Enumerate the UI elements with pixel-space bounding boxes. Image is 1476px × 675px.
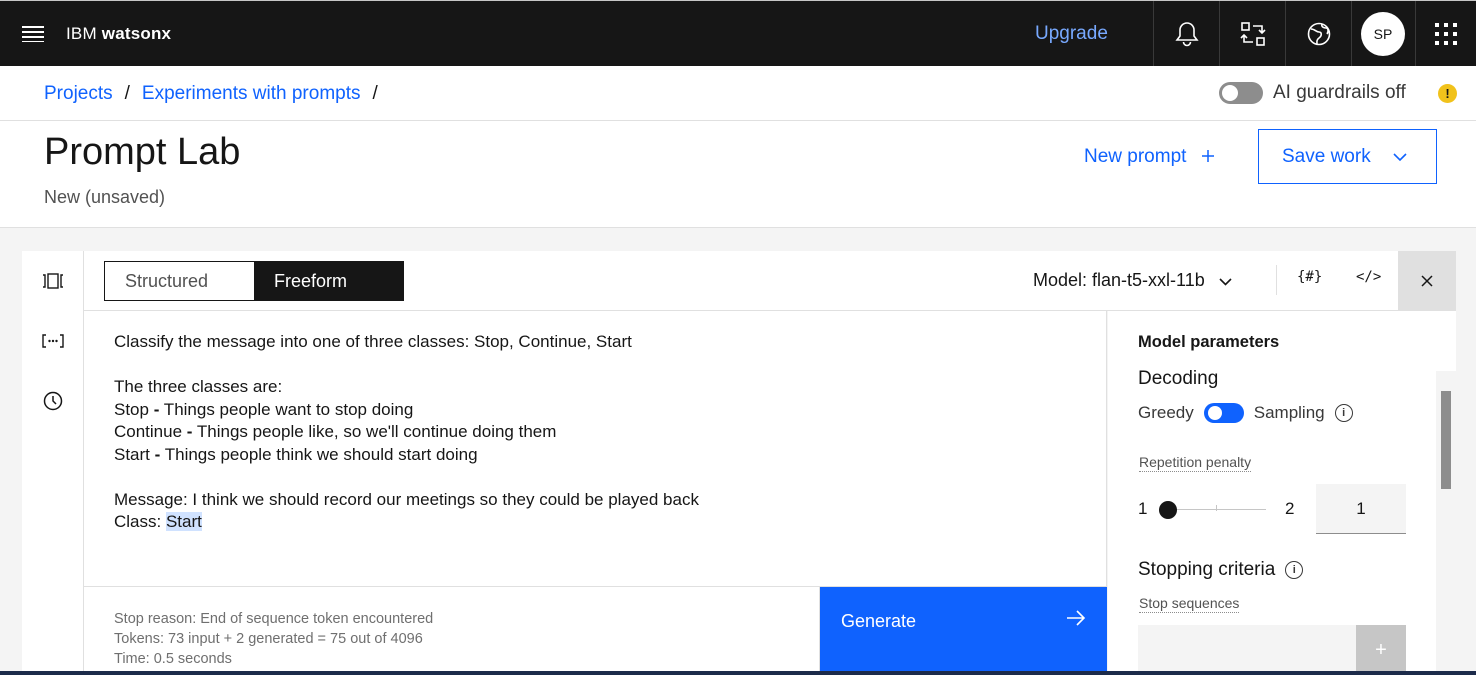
guardrails-label: AI guardrails off [1273,82,1406,103]
prompt-editor[interactable]: Classify the message into one of three c… [84,311,1107,587]
scrollbar[interactable] [1436,371,1456,675]
guardrails-toggle-group: AI guardrails off [1219,82,1406,104]
arrow-right-icon [1066,606,1086,632]
prompt-classes-heading: The three classes are: [114,377,283,396]
stopping-criteria-heading: Stopping criteria i [1138,559,1304,581]
switcher-icon[interactable] [1219,1,1285,67]
prompt-variables-icon[interactable]: {#} [1297,269,1322,285]
prompt-message: Message: I think we should record our me… [114,489,699,509]
slider-tick [1216,505,1217,511]
page-header: Prompt Lab New (unsaved) New prompt Save… [0,121,1476,228]
decoding-heading: Decoding [1138,368,1219,389]
prompt-class-start: Start - Things people think we should st… [114,444,478,464]
add-icon [1202,146,1215,168]
slider-handle[interactable] [1159,501,1177,519]
warning-icon[interactable]: ! [1438,84,1457,103]
close-icon [1421,275,1433,287]
slider-track[interactable] [1168,509,1266,510]
repetition-penalty-input[interactable]: 1 [1316,484,1406,534]
breadcrumb-separator: / [372,83,378,104]
generated-output: Start [165,512,202,531]
token-count: Tokens: 73 input + 2 generated = 75 out … [114,631,423,647]
prompt-text[interactable]: Classify the message into one of three c… [114,331,699,534]
upgrade-link[interactable]: Upgrade [1035,23,1108,45]
page-subtitle: New (unsaved) [44,187,166,207]
product-logo[interactable]: IBM watsonx [66,24,171,44]
page-title: Prompt Lab [44,131,241,173]
generate-label: Generate [841,611,917,631]
notification-icon[interactable] [1153,1,1219,67]
prompt-toolbar: Structured Freeform Model: flan-t5-xxl-1… [84,251,1456,311]
stop-reason: Stop reason: End of sequence token encou… [114,611,434,627]
elapsed-time: Time: 0.5 seconds [114,651,232,667]
generate-button[interactable]: Generate [820,587,1107,675]
scrollbar-thumb[interactable] [1441,391,1451,489]
save-work-button[interactable]: Save work [1258,129,1437,184]
tab-freeform[interactable]: Freeform [254,262,403,300]
menu-icon[interactable] [0,1,66,67]
add-stop-sequence-button[interactable]: + [1356,625,1406,675]
decoding-toggle[interactable] [1203,403,1244,423]
save-work-label: Save work [1282,145,1371,167]
greedy-label: Greedy [1138,403,1194,422]
model-selector[interactable]: Model: flan-t5-xxl-11b [1033,270,1232,291]
app-grid-icon[interactable] [1415,1,1476,67]
stop-sequences-label: Stop sequences [1139,595,1240,613]
view-code-icon[interactable]: </> [1356,269,1381,285]
parameters-title: Model parameters [1138,333,1280,351]
breadcrumb-separator: / [124,83,130,104]
tab-structured[interactable]: Structured [105,262,254,300]
mode-switcher: Structured Freeform [104,261,404,301]
model-label: Model: flan-t5-xxl-11b [1033,270,1205,290]
breadcrumb-bar: Projects / Experiments with prompts / AI… [0,66,1476,121]
breadcrumb-project[interactable]: Experiments with prompts [142,83,361,105]
sampling-label: Sampling [1253,403,1325,422]
avatar[interactable]: SP [1361,12,1405,56]
globe-icon[interactable] [1285,1,1351,67]
left-rail [22,251,84,675]
model-parameters-panel: Model parameters Decoding Greedy Samplin… [1108,311,1456,675]
info-icon[interactable]: i [1285,561,1304,579]
stop-sequence-input[interactable] [1138,625,1356,675]
prompt-class-stop: Stop - Things people want to stop doing [114,399,414,419]
info-icon[interactable]: i [1334,404,1353,422]
history-icon[interactable] [41,389,65,413]
guardrails-toggle[interactable] [1219,82,1263,104]
sample-prompts-icon[interactable] [41,269,65,293]
slider-max: 2 [1285,499,1295,518]
repetition-penalty-label: Repetition penalty [1139,454,1252,472]
generation-stats: Stop reason: End of sequence token encou… [84,587,820,675]
slider-min: 1 [1138,499,1148,518]
chevron-down-icon [1219,270,1232,291]
new-prompt-label: New prompt [1084,146,1187,167]
close-panel-button[interactable] [1398,251,1456,311]
decoding-toggle-row: Greedy Sampling i [1138,403,1353,423]
variables-icon[interactable] [41,329,65,353]
chevron-down-icon [1393,146,1407,168]
prompt-class-continue: Continue - Things people like, so we'll … [114,422,557,441]
top-navigation-bar: IBM watsonx Upgrade SP [0,0,1476,67]
breadcrumb-projects[interactable]: Projects [44,83,113,105]
prompt-class-line: Class: Start [114,512,202,531]
divider [1276,265,1277,295]
breadcrumb: Projects / Experiments with prompts / [44,83,378,105]
new-prompt-button[interactable]: New prompt [1084,146,1215,168]
prompt-instruction: Classify the message into one of three c… [114,332,632,351]
window-bottom-edge [0,671,1476,675]
